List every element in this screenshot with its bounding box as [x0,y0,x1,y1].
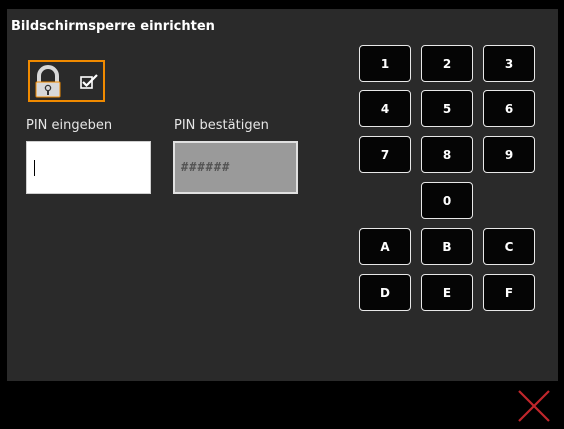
screen: Bildschirmsperre einrichten PIN eingeben… [0,0,564,428]
keypad-key-9[interactable]: 9 [483,136,535,173]
keypad-key-1[interactable]: 1 [359,45,411,82]
keypad-key-d[interactable]: D [359,274,411,311]
pin-confirm-value: ###### [181,160,231,174]
keypad-key-5[interactable]: 5 [421,90,473,127]
checkbox-checked-icon [80,74,98,89]
pin-confirm-field[interactable]: ###### [173,141,298,194]
footer-bar [0,382,564,428]
keypad-key-a[interactable]: A [359,228,411,265]
close-button[interactable] [516,388,552,424]
keypad-key-6[interactable]: 6 [483,90,535,127]
keypad-key-2[interactable]: 2 [421,45,473,82]
pin-confirm-label: PIN bestätigen [174,118,269,133]
keypad-key-f[interactable]: F [483,274,535,311]
dialog-title: Bildschirmsperre einrichten [11,19,215,34]
pin-entry-label: PIN eingeben [26,118,113,133]
keypad-key-0[interactable]: 0 [421,182,473,219]
keypad-key-8[interactable]: 8 [421,136,473,173]
keypad-key-4[interactable]: 4 [359,90,411,127]
keypad-key-c[interactable]: C [483,228,535,265]
close-x-icon [518,390,550,422]
text-caret [34,160,35,176]
screen-lock-toggle[interactable] [28,60,105,102]
pin-entry-field[interactable] [26,141,151,194]
keypad-key-3[interactable]: 3 [483,45,535,82]
keypad-key-e[interactable]: E [421,274,473,311]
keypad-key-7[interactable]: 7 [359,136,411,173]
keypad-key-b[interactable]: B [421,228,473,265]
